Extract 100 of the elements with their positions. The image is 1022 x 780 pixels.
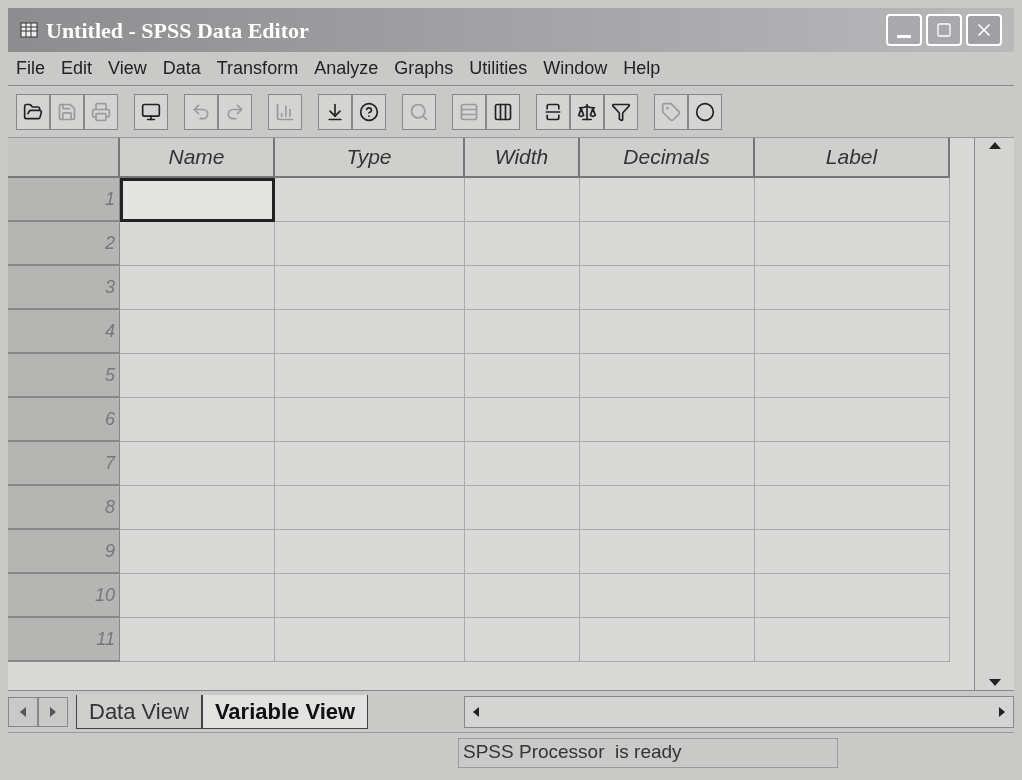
horizontal-scrollbar[interactable]	[464, 695, 1014, 728]
toolbar-button[interactable]	[134, 93, 168, 130]
tab-scroll-right-button[interactable]	[38, 696, 68, 727]
table-cell[interactable]	[580, 266, 755, 310]
table-cell[interactable]	[755, 530, 950, 574]
table-cell[interactable]	[580, 530, 755, 574]
table-cell[interactable]	[755, 618, 950, 662]
table-cell[interactable]	[275, 398, 465, 442]
monitor-icon	[141, 101, 161, 122]
toolbar-button[interactable]	[318, 93, 352, 130]
table-cell[interactable]	[275, 266, 465, 310]
table-cell[interactable]	[580, 310, 755, 354]
table-cell[interactable]	[120, 530, 275, 574]
menu-item[interactable]: Data	[162, 55, 201, 82]
table-cell[interactable]	[755, 398, 950, 442]
menu-item[interactable]: Graphs	[394, 55, 454, 82]
table-cell[interactable]	[275, 442, 465, 486]
table-cell[interactable]	[120, 398, 275, 442]
table-cell[interactable]	[275, 574, 465, 618]
column-header[interactable]: Label	[755, 138, 950, 178]
table-cell[interactable]	[120, 222, 275, 266]
table-cell[interactable]	[275, 178, 465, 222]
redo-icon	[225, 101, 245, 122]
toolbar-button[interactable]	[16, 93, 50, 130]
vertical-scrollbar[interactable]	[974, 138, 1014, 690]
table-cell[interactable]	[120, 574, 275, 618]
table-cell[interactable]	[580, 618, 755, 662]
table-cell[interactable]	[580, 486, 755, 530]
table-cell[interactable]	[580, 574, 755, 618]
table-cell[interactable]	[465, 222, 580, 266]
bar-chart-icon	[275, 101, 295, 122]
filter-icon	[611, 101, 631, 122]
table-cell[interactable]	[580, 222, 755, 266]
printer-icon	[91, 101, 111, 122]
toolbar-button[interactable]	[486, 93, 520, 130]
table-cell[interactable]	[120, 442, 275, 486]
table-cell[interactable]	[465, 486, 580, 530]
column-header[interactable]: Name	[120, 138, 275, 178]
toolbar-button[interactable]	[688, 93, 722, 130]
menu-item[interactable]: Edit	[61, 55, 93, 82]
table-cell[interactable]	[755, 310, 950, 354]
table-cell[interactable]	[465, 178, 580, 222]
table-cell[interactable]	[755, 442, 950, 486]
table-cell[interactable]	[275, 354, 465, 398]
minimize-icon	[897, 34, 911, 38]
column-header[interactable]: Type	[275, 138, 465, 178]
table-cell[interactable]	[120, 310, 275, 354]
toolbar-button[interactable]	[536, 93, 570, 130]
close-button[interactable]	[966, 14, 1002, 46]
toolbar-button[interactable]	[604, 93, 638, 130]
toolbar-button[interactable]	[352, 93, 386, 130]
menu-item[interactable]: Analyze	[314, 55, 379, 82]
table-cell[interactable]	[120, 486, 275, 530]
help-icon	[359, 101, 379, 122]
menu-item[interactable]: File	[16, 55, 45, 82]
table-cell[interactable]	[465, 442, 580, 486]
table-cell[interactable]	[275, 530, 465, 574]
maximize-button[interactable]	[926, 14, 962, 46]
table-cell[interactable]	[465, 354, 580, 398]
status-message: SPSS Processor is ready	[463, 740, 682, 765]
menu-item[interactable]: Utilities	[469, 55, 528, 82]
scroll-up-icon	[988, 142, 1001, 149]
table-cell[interactable]	[465, 530, 580, 574]
table-cell[interactable]	[580, 354, 755, 398]
table-cell[interactable]	[465, 398, 580, 442]
toolbar-button[interactable]	[570, 93, 604, 130]
table-cell[interactable]	[465, 310, 580, 354]
table-cell[interactable]	[120, 178, 275, 222]
table-cell[interactable]	[755, 354, 950, 398]
table-cell[interactable]	[275, 486, 465, 530]
table-cell[interactable]	[755, 574, 950, 618]
table-cell[interactable]	[755, 266, 950, 310]
minimize-button[interactable]	[886, 14, 922, 46]
table-cell[interactable]	[580, 398, 755, 442]
tab-scroll-left-button[interactable]	[8, 696, 38, 727]
column-header[interactable]: Decimals	[580, 138, 755, 178]
sheet-tab[interactable]: Data View	[76, 694, 202, 729]
app-icon	[20, 22, 38, 38]
table-cell[interactable]	[465, 574, 580, 618]
menu-item[interactable]: Transform	[216, 55, 299, 82]
menu-item[interactable]: Window	[543, 55, 608, 82]
table-cell[interactable]	[275, 310, 465, 354]
table-cell[interactable]	[275, 618, 465, 662]
table-cell[interactable]	[465, 618, 580, 662]
table-cell[interactable]	[580, 178, 755, 222]
table-cell[interactable]	[755, 222, 950, 266]
table-cell[interactable]	[275, 222, 465, 266]
table-cell[interactable]	[120, 618, 275, 662]
table-cell[interactable]	[120, 266, 275, 310]
menu-item[interactable]: View	[108, 55, 147, 82]
table-cell[interactable]	[120, 354, 275, 398]
table-cell[interactable]	[580, 442, 755, 486]
sheet-tab[interactable]: Variable View	[201, 694, 369, 729]
menu-item[interactable]: Help	[623, 55, 661, 82]
table-cell[interactable]	[465, 266, 580, 310]
undo-icon	[191, 101, 211, 122]
tag-icon	[661, 101, 681, 122]
table-cell[interactable]	[755, 486, 950, 530]
column-header[interactable]: Width	[465, 138, 580, 178]
table-cell[interactable]	[755, 178, 950, 222]
